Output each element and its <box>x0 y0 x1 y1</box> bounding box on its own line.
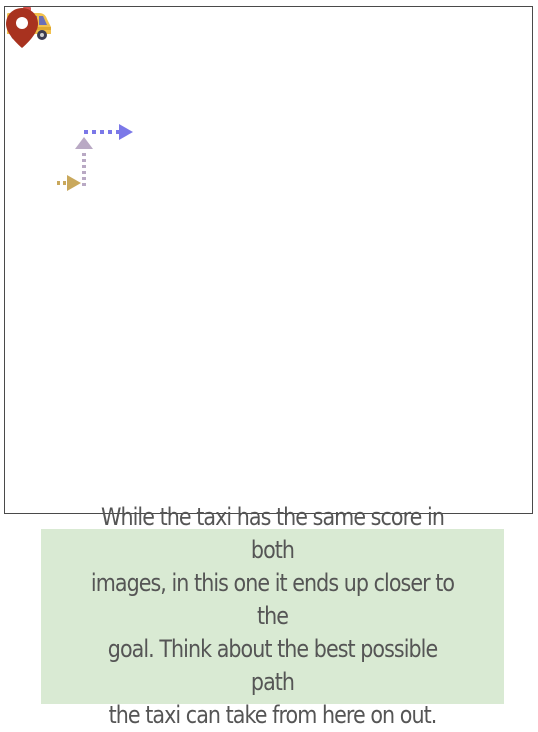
path-arrow-up <box>75 137 93 186</box>
hint-caption: While the taxi has the same score in bot… <box>41 503 504 729</box>
path-arrow-right-2 <box>84 124 133 140</box>
map-pin-icon <box>6 8 38 48</box>
hint-line-1: While the taxi has the same score in bot… <box>101 503 445 564</box>
path-arrows <box>57 124 133 191</box>
hint-line-4: the taxi can take from here on out. <box>108 701 438 729</box>
hint-text: While the taxi has the same score in bot… <box>85 501 459 732</box>
hint-line-3: goal. Think about the best possible path <box>107 635 438 696</box>
hint-line-2: images, in this one it ends up closer to… <box>90 569 455 630</box>
game-board <box>4 6 533 514</box>
path-arrow-right-1 <box>57 175 81 191</box>
